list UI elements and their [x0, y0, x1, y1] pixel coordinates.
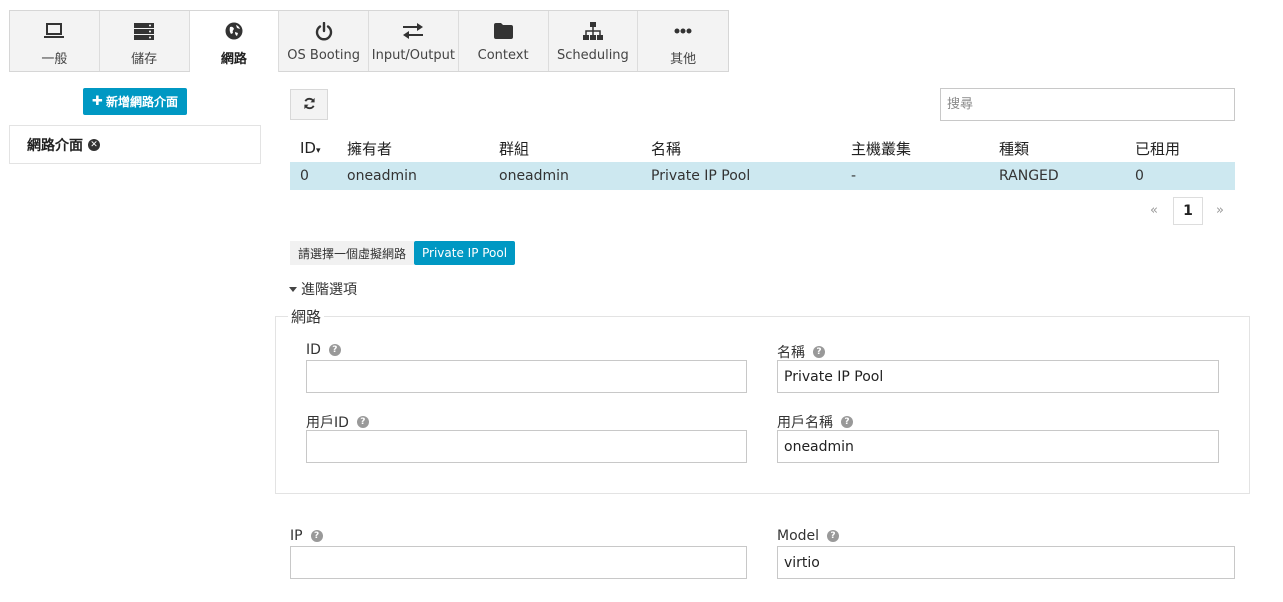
cell-owner: oneadmin: [337, 162, 489, 190]
selection-label: 請選擇一個虛擬網路: [290, 241, 415, 265]
help-icon[interactable]: ?: [827, 530, 840, 542]
uid-field-label: 用戶ID ?: [306, 412, 369, 432]
col-header-id[interactable]: ID▾: [290, 134, 337, 162]
folder-icon: [493, 21, 513, 41]
tab-input-output[interactable]: Input/Output: [369, 11, 459, 71]
plus-icon: ✚: [92, 94, 103, 109]
tab-label: 儲存: [131, 52, 158, 67]
col-header-owner[interactable]: 擁有者: [337, 134, 489, 162]
search-input[interactable]: [940, 88, 1235, 121]
model-field-label: Model ?: [777, 528, 840, 544]
table-row[interactable]: 0 oneadmin oneadmin Private IP Pool - RA…: [290, 162, 1235, 190]
ip-field-label: IP ?: [290, 528, 323, 544]
advanced-options-label: 進階選項: [301, 282, 357, 298]
cell-type: RANGED: [989, 162, 1125, 190]
laptop-icon: [44, 21, 65, 41]
globe-icon: [225, 21, 243, 41]
advanced-options-toggle[interactable]: 進階選項: [289, 279, 357, 299]
pagination-page-1[interactable]: 1: [1173, 197, 1203, 225]
cell-group: oneadmin: [489, 162, 641, 190]
id-field-label: ID ?: [306, 342, 341, 358]
selected-vnet-badge: Private IP Pool: [414, 241, 516, 265]
tab-label: Input/Output: [371, 48, 455, 63]
tab-label: 其他: [670, 52, 697, 67]
add-nic-label: 新增網路介面: [105, 95, 178, 109]
name-field-label: 名稱 ?: [777, 342, 825, 362]
id-input[interactable]: [306, 360, 747, 393]
tab-label: 網路: [220, 52, 247, 67]
ellipsis-icon: [674, 21, 692, 41]
help-icon[interactable]: ?: [841, 416, 853, 428]
nic-list-item[interactable]: 網路介面 ✕: [9, 125, 261, 164]
uname-input[interactable]: [777, 430, 1219, 463]
cell-leases: 0: [1125, 162, 1235, 190]
help-icon[interactable]: ?: [328, 344, 341, 356]
table-header-row: ID▾ 擁有者 群組 名稱 主機叢集 種類 已租用: [290, 134, 1235, 162]
tab-scheduling[interactable]: Scheduling: [549, 11, 639, 71]
name-input[interactable]: [777, 360, 1219, 393]
col-header-type[interactable]: 種類: [989, 134, 1125, 162]
wizard-tabs: 一般 儲存 網路 OS Booting Input/Output Context: [9, 10, 729, 72]
col-header-name[interactable]: 名稱: [641, 134, 841, 162]
tab-storage[interactable]: 儲存: [100, 11, 190, 71]
tab-other[interactable]: 其他: [638, 11, 728, 71]
model-input[interactable]: [777, 546, 1235, 579]
refresh-button[interactable]: [290, 89, 328, 120]
ip-input[interactable]: [290, 546, 747, 579]
sort-desc-icon: ▾: [315, 146, 321, 156]
vnet-table: ID▾ 擁有者 群組 名稱 主機叢集 種類 已租用 0 oneadmin one…: [290, 134, 1235, 190]
tab-label: 一般: [41, 52, 68, 67]
tab-network[interactable]: 網路: [189, 10, 280, 72]
pagination-prev[interactable]: «: [1150, 203, 1158, 218]
uname-field-label: 用戶名稱 ?: [777, 412, 853, 432]
col-header-cluster[interactable]: 主機叢集: [841, 134, 989, 162]
help-icon[interactable]: ?: [356, 416, 369, 428]
col-header-group[interactable]: 群組: [489, 134, 641, 162]
network-fieldset: 網路: [275, 306, 1250, 494]
add-nic-button[interactable]: ✚ 新增網路介面: [83, 88, 187, 115]
tab-label: Context: [477, 48, 529, 63]
help-icon[interactable]: ?: [813, 346, 825, 358]
pagination-next[interactable]: »: [1216, 203, 1224, 218]
remove-nic-icon[interactable]: ✕: [88, 138, 100, 151]
tab-os-booting[interactable]: OS Booting: [279, 11, 369, 71]
tab-label: Scheduling: [556, 48, 629, 63]
tab-general[interactable]: 一般: [10, 11, 100, 71]
exchange-icon: [402, 21, 424, 41]
caret-down-icon: [289, 286, 297, 292]
refresh-icon: [303, 95, 316, 114]
cell-cluster: -: [841, 162, 989, 190]
tab-context[interactable]: Context: [459, 11, 549, 71]
power-icon: [315, 21, 333, 41]
sitemap-icon: [582, 21, 603, 41]
network-legend: 網路: [291, 308, 322, 326]
server-icon: [134, 21, 155, 41]
cell-id: 0: [290, 162, 337, 190]
tab-label: OS Booting: [287, 48, 360, 63]
nic-item-label: 網路介面: [27, 137, 83, 154]
help-icon[interactable]: ?: [310, 530, 323, 542]
uid-input[interactable]: [306, 430, 747, 463]
col-header-leases[interactable]: 已租用: [1125, 134, 1235, 162]
cell-name: Private IP Pool: [641, 162, 841, 190]
